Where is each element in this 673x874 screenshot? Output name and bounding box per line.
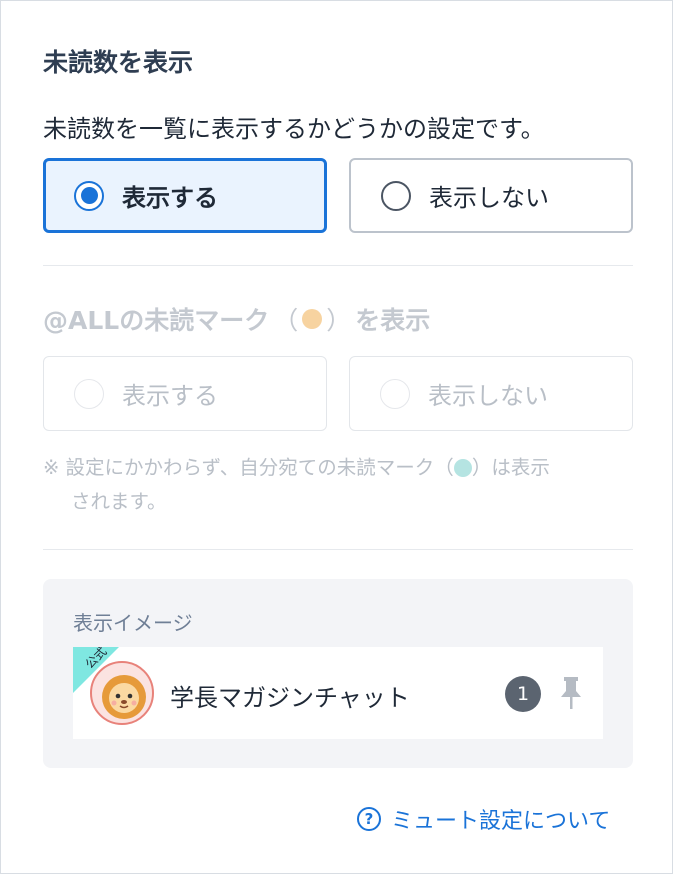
paren-open: （ <box>273 306 299 335</box>
note-suffix: は表示 <box>491 456 550 479</box>
note-paren-open: （ <box>434 456 454 479</box>
unread-count-description: 未読数を一覧に表示するかどうかの設定です。 <box>43 115 545 143</box>
all-mark-note: ※ 設定にかかわらず、自分宛ての未読マーク （ ） は表示 されます。 <box>43 451 643 519</box>
question-circle-icon: ? <box>357 807 381 831</box>
preview-label: 表示イメージ <box>73 611 193 635</box>
all-mark-dot-icon <box>302 309 323 329</box>
preview-chat-row: 公式 学長マガジンチャット 1 <box>73 647 603 739</box>
self-mark-dot-icon <box>453 459 472 477</box>
all-mark-title-suffix: を表示 <box>355 306 431 335</box>
all-mark-hide-option: 表示しない <box>349 356 633 431</box>
radio-disabled-icon <box>74 378 104 409</box>
unread-count-badge: 1 <box>505 676 541 712</box>
official-ribbon: 公式 <box>73 647 119 693</box>
note-paren-close: ） <box>471 456 492 479</box>
unread-hide-label: 表示しない <box>429 184 549 212</box>
note-prefix: ※ 設定にかかわらず、自分宛ての未読マーク <box>43 456 435 479</box>
all-mark-title: @ALLの未読マーク （ ） を表示 <box>43 301 430 337</box>
pin-icon <box>561 677 581 709</box>
paren-close: ） <box>326 306 352 335</box>
preview-box: 表示イメージ 公式 学長マガジンチャット 1 <box>43 579 633 768</box>
help-link-label: ミュート設定について <box>391 809 611 834</box>
mute-settings-help-link[interactable]: ? ミュート設定について <box>357 803 610 835</box>
radio-unchecked-icon[interactable] <box>381 180 411 211</box>
radio-checked-icon[interactable] <box>74 180 104 211</box>
divider <box>43 265 633 266</box>
radio-disabled-icon <box>380 378 410 409</box>
all-mark-title-text: @ALLの未読マーク <box>43 306 270 335</box>
all-mark-hide-label: 表示しない <box>428 382 548 410</box>
note-line-1: ※ 設定にかかわらず、自分宛ての未読マーク （ ） は表示 <box>43 451 643 485</box>
unread-hide-option[interactable]: 表示しない <box>349 158 633 233</box>
note-line-2: されます。 <box>71 490 167 513</box>
all-mark-show-option: 表示する <box>43 356 327 431</box>
chat-name: 学長マガジンチャット <box>170 684 410 712</box>
all-mark-show-label: 表示する <box>122 382 218 410</box>
unread-show-label: 表示する <box>122 184 218 212</box>
divider <box>43 549 633 550</box>
unread-settings-panel: 未読数を表示 未読数を一覧に表示するかどうかの設定です。 表示する 表示しない … <box>0 0 673 874</box>
unread-show-option[interactable]: 表示する <box>43 158 327 233</box>
unread-count-title: 未読数を表示 <box>43 48 194 77</box>
